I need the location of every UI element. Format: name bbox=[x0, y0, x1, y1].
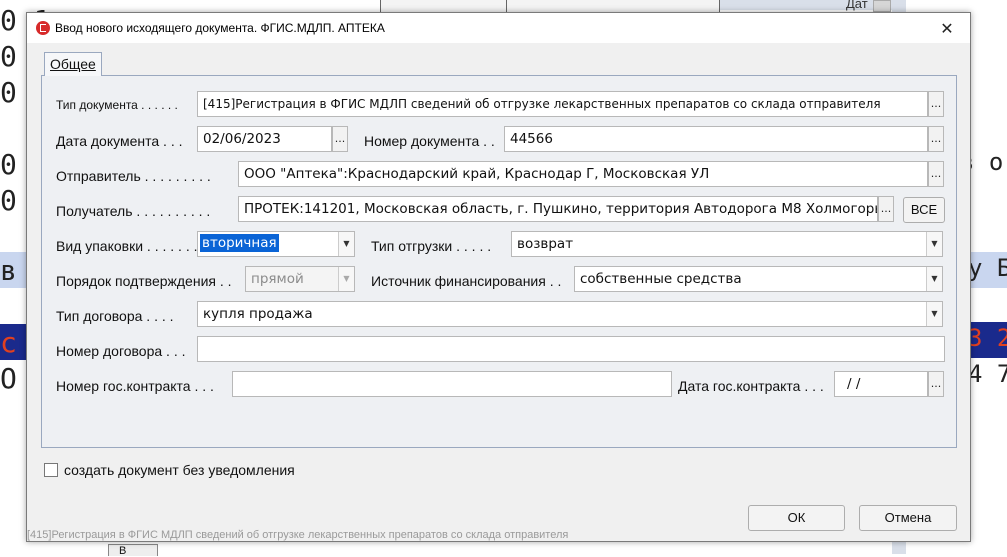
app-logo-icon bbox=[36, 21, 50, 35]
bg-glyph: у Б bbox=[968, 254, 1007, 282]
chevron-down-icon[interactable]: ▼ bbox=[926, 267, 942, 291]
doc-date-ellipsis-button[interactable]: ... bbox=[332, 126, 348, 152]
gov-contract-number-label: Номер гос.контракта . . . bbox=[56, 378, 214, 394]
dialog-titlebar[interactable]: Ввод нового исходящего документа. ФГИС.М… bbox=[27, 13, 970, 43]
doc-number-field[interactable]: 44566 bbox=[504, 126, 928, 152]
chevron-down-icon[interactable]: ▼ bbox=[338, 232, 354, 256]
gov-contract-date-label: Дата гос.контракта . . . bbox=[678, 378, 824, 394]
doc-date-field[interactable]: 02/06/2023 bbox=[197, 126, 332, 152]
packaging-select[interactable]: вторичная bbox=[197, 231, 355, 257]
sender-label: Отправитель . . . . . . . . . bbox=[56, 168, 211, 184]
doc-number-ellipsis-button[interactable]: ... bbox=[928, 126, 944, 152]
close-button[interactable]: ✕ bbox=[924, 13, 970, 43]
packaging-value: вторичная bbox=[200, 234, 279, 252]
confirmation-order-label: Порядок подтверждения . . bbox=[56, 273, 232, 289]
chevron-down-icon[interactable]: ▼ bbox=[926, 302, 942, 326]
tab-general[interactable]: Общее bbox=[44, 52, 102, 76]
funding-source-select[interactable]: собственные средства bbox=[574, 266, 943, 292]
recipient-field[interactable]: ПРОТЕК:141201, Московская область, г. Пу… bbox=[238, 196, 878, 222]
recipient-label: Получатель . . . . . . . . . . bbox=[56, 203, 211, 219]
bg-glyph: 3 2 bbox=[968, 324, 1007, 352]
contract-number-field[interactable] bbox=[197, 336, 945, 362]
chevron-down-icon[interactable]: ▼ bbox=[926, 232, 942, 256]
contract-type-label: Тип договора . . . . bbox=[56, 308, 174, 324]
bg-date-label: Дат bbox=[846, 0, 868, 11]
gov-contract-number-field[interactable] bbox=[232, 371, 672, 397]
new-document-dialog: Ввод нового исходящего документа. ФГИС.М… bbox=[26, 12, 971, 542]
contract-number-label: Номер договора . . . bbox=[56, 343, 186, 359]
no-notification-label[interactable]: создать документ без уведомления bbox=[64, 462, 295, 478]
funding-source-label: Источник финансирования . . bbox=[371, 273, 562, 289]
bg-bottom-tab[interactable]: В bbox=[108, 544, 158, 557]
doc-type-ellipsis-button[interactable]: ... bbox=[928, 91, 944, 117]
no-notification-checkbox[interactable] bbox=[44, 463, 58, 477]
close-icon: ✕ bbox=[940, 18, 954, 38]
sender-ellipsis-button[interactable]: ... bbox=[928, 161, 944, 187]
chevron-down-icon[interactable]: ▼ bbox=[338, 267, 354, 291]
contract-type-select[interactable]: купля продажа bbox=[197, 301, 943, 327]
doc-number-label: Номер документа . . bbox=[364, 133, 495, 149]
dialog-title: Ввод нового исходящего документа. ФГИС.М… bbox=[55, 21, 385, 35]
status-bar-text: [415]Регистрация в ФГИС МДЛП сведений об… bbox=[27, 529, 569, 541]
bg-scrollbar[interactable] bbox=[873, 0, 891, 12]
shipment-type-select[interactable]: возврат bbox=[511, 231, 943, 257]
doc-type-field[interactable]: [415]Регистрация в ФГИС МДЛП сведений об… bbox=[197, 91, 928, 117]
packaging-label: Вид упаковки . . . . . . . . bbox=[56, 238, 198, 254]
gov-contract-date-ellipsis-button[interactable]: ... bbox=[928, 371, 944, 397]
bg-glyph: 4 7 bbox=[968, 360, 1007, 388]
ok-button[interactable]: ОК bbox=[748, 505, 845, 531]
gov-contract-date-field[interactable]: / / bbox=[834, 371, 928, 397]
all-recipients-button[interactable]: ВСЕ bbox=[903, 197, 945, 223]
recipient-ellipsis-button[interactable]: ... bbox=[878, 196, 894, 222]
cancel-button[interactable]: Отмена bbox=[859, 505, 957, 531]
sender-field[interactable]: ООО "Аптека":Краснодарский край, Краснод… bbox=[238, 161, 928, 187]
shipment-type-label: Тип отгрузки . . . . . bbox=[371, 238, 492, 254]
doc-date-label: Дата документа . . . bbox=[56, 133, 183, 149]
doc-type-label: Тип документа . . . . . . bbox=[56, 98, 178, 112]
